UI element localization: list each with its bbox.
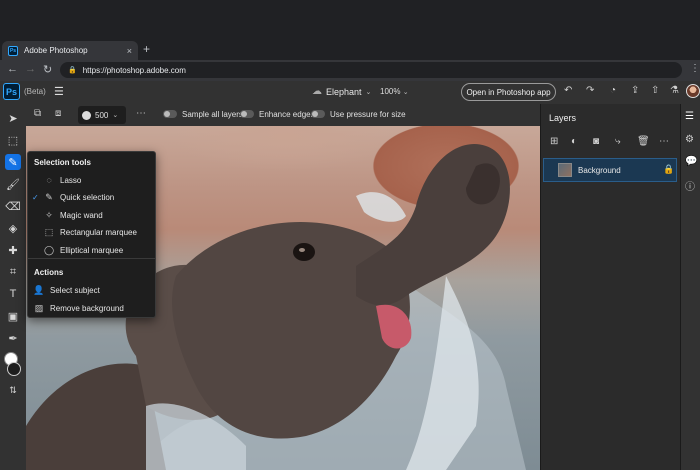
ellipse-marquee-icon: ◯ <box>43 244 55 255</box>
new-tab-button[interactable]: + <box>143 42 150 56</box>
hamburger-menu-icon[interactable]: ☰ <box>54 85 64 98</box>
remove-background-menu-item[interactable]: ▨ Remove background <box>32 300 153 316</box>
document-title[interactable]: ☁ Elephant ⌄ <box>312 86 371 97</box>
enhance-edges-label: Enhance edges <box>259 110 315 119</box>
crop-tool-icon[interactable]: ⌗ <box>5 264 21 280</box>
redo-icon[interactable]: ↷ <box>586 85 594 96</box>
reload-icon[interactable]: ↻ <box>43 63 52 76</box>
browser-titlebar <box>0 0 700 40</box>
eraser-tool-icon[interactable]: ⌫ <box>5 198 21 214</box>
layer-thumbnail <box>558 163 572 177</box>
layers-panel-icon[interactable]: ☰ <box>685 111 694 122</box>
lasso-menu-item[interactable]: ◌ Lasso <box>32 172 153 188</box>
healing-tool-icon[interactable]: ✚ <box>5 242 21 258</box>
zoom-level[interactable]: 100% ⌄ <box>380 87 409 96</box>
browser-tab[interactable]: Ps Adobe Photoshop × <box>2 41 138 60</box>
sample-all-layers-toggle[interactable] <box>163 110 177 118</box>
photoshop-favicon-icon: Ps <box>8 45 18 56</box>
brush-size-select[interactable]: 500 ⌄ <box>78 106 126 124</box>
properties-icon[interactable]: ⚙ <box>685 134 694 145</box>
layer-row-background[interactable]: Background <box>543 158 677 182</box>
avatar[interactable] <box>686 84 700 98</box>
more-options-icon[interactable]: ⋯ <box>659 136 669 147</box>
select-subject-label: Select subject <box>50 285 100 295</box>
remove-background-label: Remove background <box>50 303 124 313</box>
background-color-swatch[interactable] <box>7 362 21 376</box>
chevron-down-icon: ⌄ <box>402 89 409 96</box>
beta-label: (Beta) <box>24 87 46 96</box>
export-icon[interactable]: ⇧ <box>651 85 659 96</box>
transform-tool-icon[interactable]: ⬚ <box>5 132 21 148</box>
comment-icon[interactable]: ◔ <box>610 85 616 96</box>
use-pressure-toggle[interactable] <box>311 110 325 118</box>
comments-icon[interactable]: 💬 <box>685 156 697 167</box>
cloud-icon: ☁ <box>312 86 322 97</box>
actions-header: Actions <box>34 268 64 277</box>
info-icon[interactable]: ⓘ <box>685 178 695 193</box>
undo-icon[interactable]: ↶ <box>564 85 572 96</box>
rectangular-marquee-label: Rectangular marquee <box>60 227 137 237</box>
magic-wand-menu-item[interactable]: ✧ Magic wand <box>32 207 153 223</box>
rect-marquee-icon: ⬚ <box>44 226 54 237</box>
enhance-edges-toggle[interactable] <box>240 110 254 118</box>
magic-wand-icon: ✧ <box>45 209 53 220</box>
layer-name: Background <box>578 165 621 175</box>
browser-menu-icon[interactable]: ⋮ <box>690 63 700 74</box>
photoshop-logo-icon: Ps <box>3 83 20 100</box>
type-tool-icon[interactable]: T <box>5 286 21 302</box>
clip-layer-icon[interactable]: ⤷ <box>615 136 621 147</box>
brush-dot-icon <box>82 110 91 120</box>
fill-tool-icon[interactable]: ◈ <box>5 220 21 236</box>
image-tool-icon[interactable]: ▣ <box>5 308 21 324</box>
quick-selection-label: Quick selection <box>60 192 115 202</box>
elliptical-marquee-label: Elliptical marquee <box>60 245 124 255</box>
subtract-selection-icon[interactable]: ⧈ <box>55 108 61 119</box>
selection-tools-header: Selection tools <box>34 158 91 167</box>
selection-tool-icon[interactable]: ✎ <box>5 154 21 170</box>
lasso-icon: ◌ <box>46 175 52 185</box>
sample-all-layers-label: Sample all layers <box>182 110 243 119</box>
add-to-selection-icon[interactable]: ⧉ <box>34 108 41 119</box>
rectangular-marquee-menu-item[interactable]: ⬚ Rectangular marquee <box>32 224 153 240</box>
chevron-down-icon: ⌄ <box>112 112 119 119</box>
chevron-down-icon: ⌄ <box>365 88 372 96</box>
person-icon: 👤 <box>33 284 45 295</box>
adjustment-layer-icon[interactable]: ◐ <box>571 136 577 147</box>
lasso-label: Lasso <box>60 175 82 185</box>
divider <box>28 258 155 259</box>
more-options-icon[interactable]: ⋯ <box>136 108 146 119</box>
quick-selection-icon: ✎ <box>45 191 53 202</box>
back-arrow-icon[interactable]: ← <box>7 63 18 75</box>
delete-layer-icon[interactable]: 🗑 <box>637 136 650 147</box>
lock-icon[interactable]: 🔒 <box>663 164 674 175</box>
eyedropper-tool-icon[interactable]: ✒ <box>5 330 21 346</box>
url-text: https://photoshop.adobe.com <box>82 65 186 75</box>
open-in-photoshop-button[interactable]: Open in Photoshop app <box>461 83 556 101</box>
zoom-value: 100% <box>380 87 401 96</box>
select-subject-menu-item[interactable]: 👤 Select subject <box>32 282 153 298</box>
image-icon: ▨ <box>34 302 44 313</box>
tab-title: Adobe Photoshop <box>24 46 88 55</box>
close-icon[interactable]: × <box>127 46 132 56</box>
quick-selection-menu-item[interactable]: ✓ ✎ Quick selection <box>32 189 153 205</box>
lock-icon: 🔒 <box>68 67 77 74</box>
mask-icon[interactable]: ◙ <box>593 136 599 147</box>
swap-colors-icon[interactable]: ⇅ <box>5 382 21 398</box>
use-pressure-label: Use pressure for size <box>330 110 406 119</box>
labs-icon[interactable]: ⚗ <box>670 85 679 96</box>
brush-size-value: 500 <box>95 110 109 120</box>
url-input[interactable]: 🔒 https://photoshop.adobe.com <box>60 62 682 78</box>
move-tool-icon[interactable]: ➤ <box>5 110 21 126</box>
share-icon[interactable]: ⇪ <box>631 85 639 96</box>
magic-wand-label: Magic wand <box>60 210 103 220</box>
check-icon: ✓ <box>32 192 39 202</box>
layers-panel-title: Layers <box>549 113 577 123</box>
elliptical-marquee-menu-item[interactable]: ◯ Elliptical marquee <box>32 242 153 258</box>
brush-tool-icon[interactable]: 🖌 <box>5 176 21 192</box>
selection-tools-flyout: Selection tools ◌ Lasso ✓ ✎ Quick select… <box>27 151 156 318</box>
document-name: Elephant <box>326 86 362 97</box>
add-layer-icon[interactable]: ⊞ <box>550 136 558 147</box>
forward-arrow-icon[interactable]: → <box>25 63 36 75</box>
